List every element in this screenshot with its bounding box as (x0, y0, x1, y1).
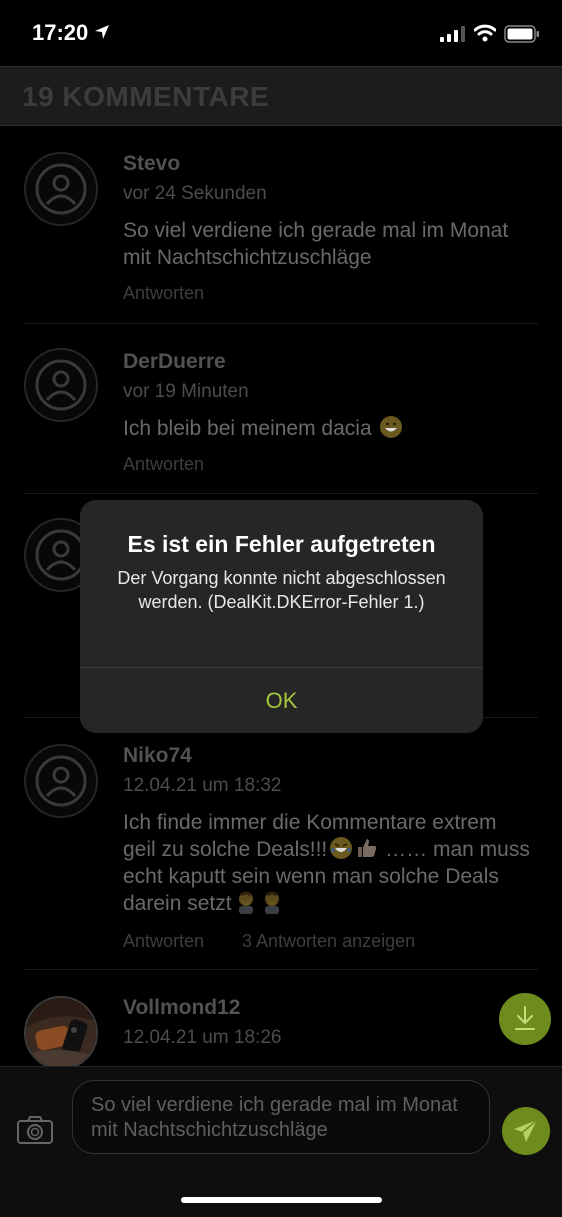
comment-time: vor 19 Minuten (123, 381, 249, 402)
dialog-message: Der Vorgang konnte nicht abgeschlossen w… (117, 568, 446, 612)
location-arrow-icon (94, 24, 110, 45)
comment-composer: So viel verdiene ich gerade mal im Monat… (0, 1066, 562, 1217)
camera-icon[interactable] (16, 1115, 54, 1150)
comment-time: 12.04.21 um 18:26 (123, 1027, 282, 1048)
comment-item: Stevo vor 24 Sekunden So viel verdiene i… (0, 126, 562, 324)
comment-item: DerDuerre vor 19 Minuten Ich bleib bei m… (0, 324, 562, 494)
thumbs-up-emoji-icon (355, 836, 379, 860)
comment-item: Vollmond12 12.04.21 um 18:26 (0, 970, 562, 1066)
signal-icon (440, 26, 466, 47)
wifi-icon (473, 24, 497, 47)
comment-time: vor 24 Sekunden (123, 183, 267, 204)
home-indicator[interactable] (181, 1197, 382, 1203)
send-button[interactable] (502, 1107, 550, 1155)
reply-button[interactable]: Antworten (123, 283, 204, 304)
comments-header: 19 KOMMENTARE (0, 66, 562, 126)
comment-author[interactable]: Vollmond12 (123, 996, 240, 1020)
error-alert-dialog: Es ist ein Fehler aufgetreten Der Vorgan… (80, 500, 483, 733)
grinning-emoji-icon (379, 415, 403, 439)
show-replies-button[interactable]: 3 Antworten anzeigen (242, 931, 415, 952)
facepalm-emoji-icon (234, 890, 258, 914)
avatar-placeholder-icon (24, 744, 98, 818)
comment-text-block: Ich finde immer die Kommentare extrem ge… (123, 809, 533, 917)
scroll-to-bottom-button[interactable] (499, 993, 551, 1045)
comment-text-row: Ich bleib bei meinem dacia (123, 415, 533, 442)
dialog-title: Es ist ein Fehler aufgetreten (127, 531, 436, 557)
download-icon (515, 1006, 535, 1030)
ok-button[interactable]: OK (80, 668, 483, 733)
comment-text: Ich bleib bei meinem dacia (123, 417, 372, 440)
comment-item: Niko74 12.04.21 um 18:32 Ich finde immer… (0, 718, 562, 970)
status-bar: 17:20 (0, 0, 562, 66)
user-photo-avatar (24, 996, 98, 1066)
facepalm-emoji-icon (260, 890, 284, 914)
comment-time: 12.04.21 um 18:32 (123, 775, 282, 796)
send-icon (514, 1119, 538, 1142)
comment-author[interactable]: DerDuerre (123, 350, 226, 374)
avatar-placeholder-icon (24, 348, 98, 422)
reply-button[interactable]: Antworten (123, 454, 204, 475)
comment-text: So viel verdiene ich gerade mal im Monat… (123, 219, 509, 269)
laughing-emoji-icon (329, 836, 353, 860)
reply-button[interactable]: Antworten (123, 931, 204, 952)
comment-author[interactable]: Stevo (123, 152, 180, 176)
battery-icon (504, 25, 540, 48)
comment-input[interactable]: So viel verdiene ich gerade mal im Monat… (72, 1080, 490, 1154)
status-time: 17:20 (32, 20, 89, 45)
comment-author[interactable]: Niko74 (123, 744, 192, 768)
comments-count-title: 19 KOMMENTARE (22, 81, 270, 112)
avatar-placeholder-icon (24, 152, 98, 226)
